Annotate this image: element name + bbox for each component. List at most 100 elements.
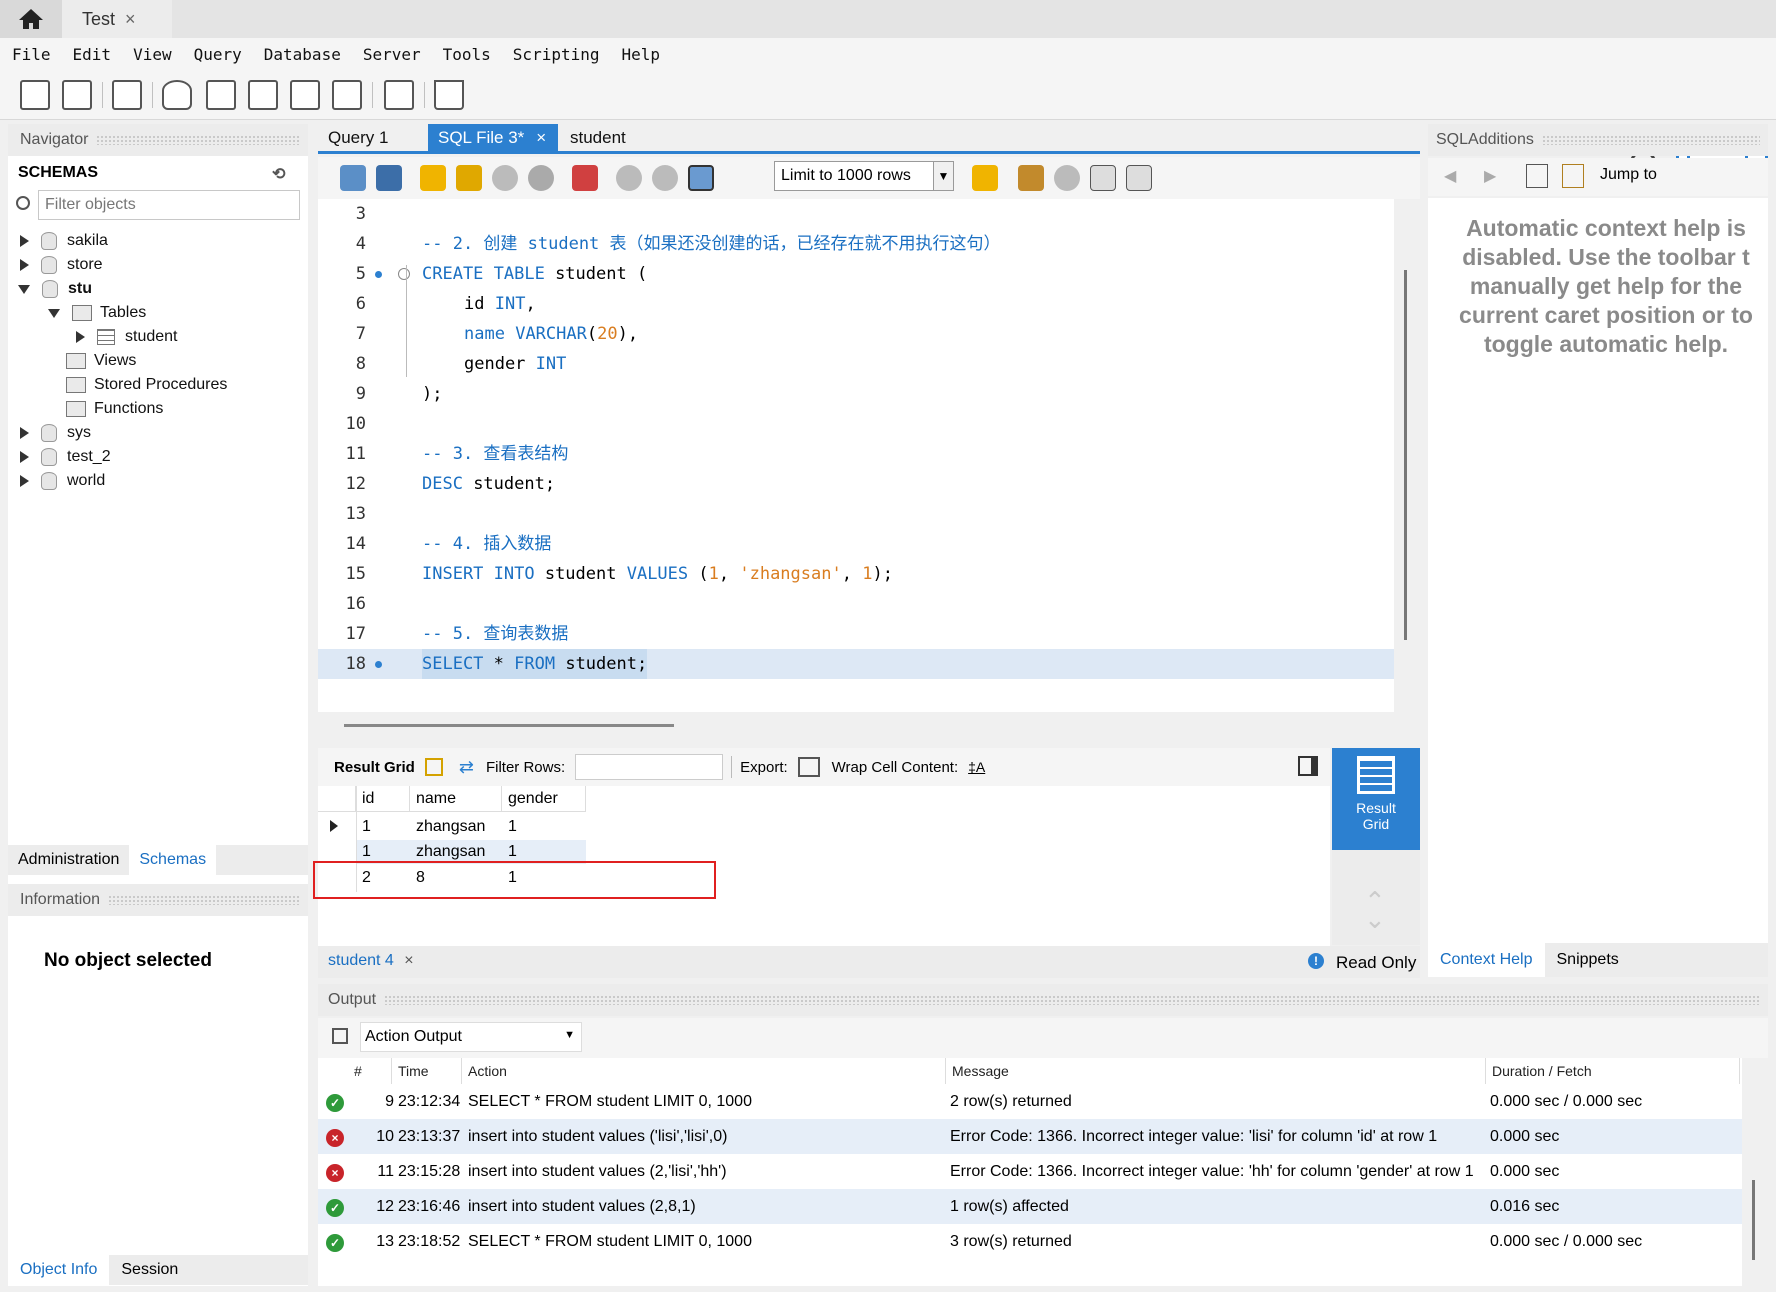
menu-database[interactable]: Database <box>264 45 341 64</box>
beautify-icon[interactable] <box>1018 165 1044 191</box>
tab-student[interactable]: student <box>560 124 636 152</box>
sql-editor[interactable]: 3 4 -- 2. 创建 student 表（如果还没创建的话，已经存在就不用执行… <box>318 199 1394 712</box>
rollback-icon[interactable] <box>652 165 678 191</box>
filter-objects-input[interactable]: Filter objects <box>38 190 300 220</box>
table-row[interactable]: ✓ 13 23:18:52 SELECT * FROM student LIMI… <box>318 1224 1742 1259</box>
result-grid-label[interactable]: Result Grid <box>334 759 415 776</box>
tab-context-help[interactable]: Context Help <box>1428 943 1545 977</box>
table-row[interactable]: ✓ 9 23:12:34 SELECT * FROM student LIMIT… <box>318 1084 1742 1119</box>
home-button[interactable] <box>0 0 62 38</box>
result-grid-side-button[interactable]: Result Grid <box>1332 748 1420 850</box>
forward-icon[interactable]: ▶ <box>1484 166 1496 186</box>
refresh-icon[interactable]: ⇄ <box>459 757 474 778</box>
table-row[interactable]: × 11 23:15:28 insert into student values… <box>318 1154 1742 1189</box>
close-icon[interactable]: × <box>536 128 546 147</box>
create-table-icon[interactable] <box>206 80 236 110</box>
schema-test-2[interactable]: test_2 <box>20 445 111 469</box>
close-icon[interactable]: × <box>404 952 413 969</box>
search-table-data-icon[interactable] <box>384 80 414 110</box>
output-title-bar: Output <box>318 984 1768 1016</box>
save-icon[interactable] <box>376 165 402 191</box>
menu-file[interactable]: File <box>12 45 51 64</box>
tab-schemas[interactable]: Schemas <box>129 845 217 875</box>
toggle-panel-icon[interactable] <box>1298 756 1318 776</box>
export-icon[interactable] <box>797 757 820 777</box>
connection-tab[interactable]: Test × <box>62 0 172 38</box>
commit-icon[interactable] <box>616 165 642 191</box>
output-scrollbar[interactable] <box>1752 1180 1755 1260</box>
stop-icon[interactable] <box>528 165 554 191</box>
info-icon: ! <box>1308 953 1324 969</box>
tab-snippets[interactable]: Snippets <box>1545 943 1631 977</box>
create-view-icon[interactable] <box>248 80 278 110</box>
menu-server[interactable]: Server <box>363 45 421 64</box>
manual-help-icon[interactable] <box>1526 164 1548 188</box>
auto-help-icon[interactable] <box>1562 164 1584 188</box>
menu-help[interactable]: Help <box>622 45 661 64</box>
create-procedure-icon[interactable] <box>290 80 320 110</box>
fold-icon[interactable] <box>398 268 410 280</box>
editor-scrollbar[interactable] <box>1404 270 1407 640</box>
find-icon[interactable] <box>1054 165 1080 191</box>
menu-query[interactable]: Query <box>194 45 242 64</box>
tree-table-student[interactable]: student <box>76 325 177 349</box>
output-type-select[interactable]: Action Output ▼ <box>360 1022 582 1052</box>
reconnect-icon[interactable] <box>434 80 464 110</box>
menu-edit[interactable]: Edit <box>73 45 112 64</box>
editor-hscrollbar[interactable] <box>344 724 674 727</box>
limit-rows-select[interactable]: Limit to 1000 rows ▼ <box>774 161 954 191</box>
filter-rows-input[interactable] <box>575 754 724 780</box>
autocommit-icon[interactable] <box>688 165 714 191</box>
close-icon[interactable]: × <box>125 9 136 30</box>
tree-stored-procedures[interactable]: Stored Procedures <box>66 373 227 397</box>
inspector-icon[interactable] <box>112 80 142 110</box>
create-schema-icon[interactable] <box>162 80 192 110</box>
table-row[interactable]: × 10 23:13:37 insert into student values… <box>318 1119 1742 1154</box>
schemas-header: SCHEMAS ⟲ <box>8 158 308 188</box>
tree-tables[interactable]: Tables <box>48 301 146 325</box>
tab-administration[interactable]: Administration <box>8 845 129 875</box>
copy-icon[interactable] <box>332 1028 348 1044</box>
open-sql-script-icon[interactable] <box>62 80 92 110</box>
menu-scripting[interactable]: Scripting <box>513 45 600 64</box>
code-line: 10 <box>345 414 366 434</box>
wrap-lines-icon[interactable] <box>1126 165 1152 191</box>
schema-stu[interactable]: stu <box>18 277 92 301</box>
grid-icon[interactable] <box>424 758 443 776</box>
schema-sakila[interactable]: sakila <box>20 229 108 253</box>
invisible-chars-icon[interactable] <box>1090 165 1116 191</box>
table-row[interactable]: ✓ 12 23:16:46 insert into student values… <box>318 1189 1742 1224</box>
toggle-continue-icon[interactable] <box>572 165 598 191</box>
back-icon[interactable]: ◀ <box>1444 166 1456 186</box>
schema-world[interactable]: world <box>20 469 105 493</box>
open-file-icon[interactable] <box>340 165 366 191</box>
column-header-name[interactable]: name <box>410 786 502 812</box>
result-side-scroll: ⌃ ⌄ <box>1332 850 1420 945</box>
jump-to-select[interactable]: Jump to <box>1600 166 1657 184</box>
schema-store[interactable]: store <box>20 253 103 277</box>
wrap-icon[interactable]: ‡A <box>968 759 985 775</box>
explain-icon[interactable] <box>492 165 518 191</box>
menu-tools[interactable]: Tools <box>443 45 491 64</box>
execute-current-icon[interactable] <box>456 165 482 191</box>
tab-session[interactable]: Session <box>109 1255 190 1285</box>
code-line: 8 gender INT <box>355 354 567 374</box>
tree-functions[interactable]: Functions <box>66 397 163 421</box>
tab-object-info[interactable]: Object Info <box>8 1255 110 1285</box>
tree-views[interactable]: Views <box>66 349 136 373</box>
column-header-id[interactable]: id <box>356 786 410 812</box>
new-sql-tab-icon[interactable] <box>20 80 50 110</box>
tab-sql-file-3[interactable]: SQL File 3* × <box>428 124 558 152</box>
tab-query-1[interactable]: Query 1 <box>318 124 398 152</box>
create-function-icon[interactable] <box>332 80 362 110</box>
menu-view[interactable]: View <box>133 45 172 64</box>
refresh-icon[interactable]: ⟲ <box>272 164 285 184</box>
tab-student-4[interactable]: student 4 × <box>328 952 414 970</box>
column-header-duration: Duration / Fetch <box>1486 1058 1740 1084</box>
schema-sys[interactable]: sys <box>20 421 91 445</box>
column-header-gender[interactable]: gender <box>502 786 586 812</box>
database-icon <box>42 280 58 298</box>
execute-icon[interactable] <box>420 165 446 191</box>
chevron-up-down-icon[interactable]: ⌃ ⌄ <box>1364 888 1386 932</box>
add-snippet-icon[interactable] <box>972 165 998 191</box>
